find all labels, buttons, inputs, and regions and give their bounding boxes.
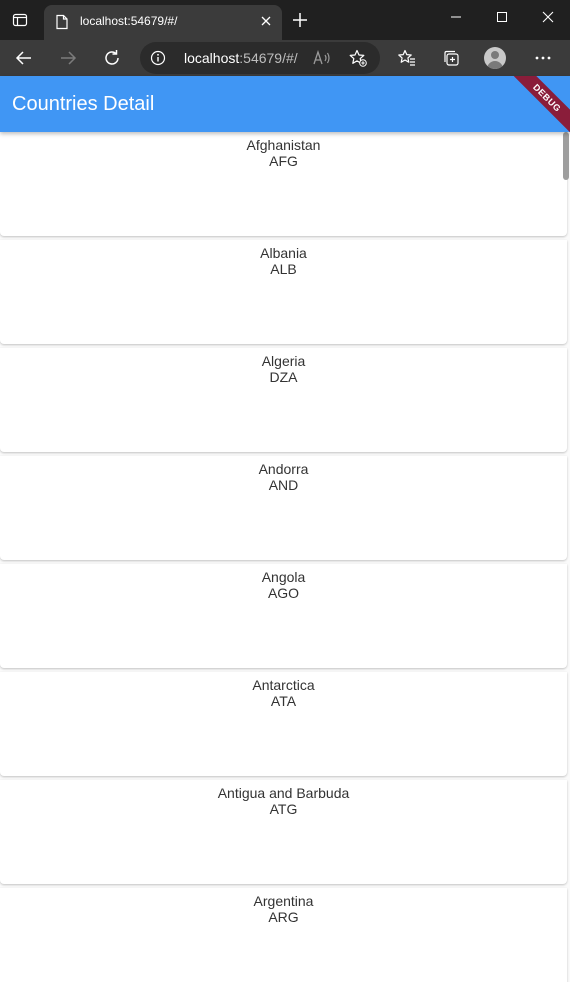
tab-actions-icon[interactable] — [8, 8, 32, 32]
browser-tab-strip: localhost:54679/#/ — [0, 0, 570, 40]
browser-toolbar: localhost:54679/#/ — [0, 40, 570, 76]
scrollbar[interactable] — [562, 132, 570, 982]
country-code: ATA — [270, 693, 297, 709]
country-card[interactable]: Afghanistan AFG — [0, 132, 567, 236]
country-code: AFG — [269, 153, 298, 169]
debug-banner: DEBUG — [499, 76, 570, 132]
country-card[interactable]: Andorra AND — [0, 456, 567, 560]
country-name: Algeria — [261, 353, 306, 369]
country-name: Antigua and Barbuda — [217, 785, 350, 801]
arrow-right-icon[interactable] — [54, 44, 82, 72]
favorites-icon[interactable] — [393, 44, 421, 72]
reload-icon[interactable] — [98, 44, 126, 72]
star-add-icon[interactable] — [348, 48, 368, 68]
country-code: AND — [268, 477, 299, 493]
country-code: ALB — [270, 261, 297, 277]
read-aloud-icon[interactable] — [312, 48, 332, 68]
close-icon[interactable] — [258, 13, 274, 29]
window-close-icon[interactable] — [530, 4, 566, 30]
country-name: Angola — [261, 569, 306, 585]
app-bar: Countries Detail DEBUG — [0, 76, 570, 132]
scrollbar-thumb[interactable] — [563, 132, 569, 180]
page-title: Countries Detail — [12, 93, 155, 115]
more-icon[interactable] — [529, 44, 557, 72]
address-bar[interactable]: localhost:54679/#/ — [140, 42, 380, 74]
country-name: Argentina — [253, 893, 314, 909]
country-card[interactable]: Angola AGO — [0, 564, 567, 668]
avatar[interactable] — [481, 44, 509, 72]
browser-tab[interactable]: localhost:54679/#/ — [44, 5, 282, 40]
country-card[interactable]: Argentina ARG — [0, 888, 567, 982]
country-code: AGO — [267, 585, 300, 601]
country-name: Afghanistan — [246, 137, 321, 153]
country-card[interactable]: Antigua and Barbuda ATG — [0, 780, 567, 884]
plus-icon[interactable] — [288, 8, 312, 32]
country-card[interactable]: Algeria DZA — [0, 348, 567, 452]
country-card[interactable]: Albania ALB — [0, 240, 567, 344]
country-card[interactable]: Antarctica ATA — [0, 672, 567, 776]
country-code: DZA — [269, 369, 298, 385]
country-code: ATG — [269, 801, 298, 817]
url-host: localhost — [184, 50, 240, 66]
collections-icon[interactable] — [437, 44, 465, 72]
minimize-icon[interactable] — [438, 4, 474, 30]
tab-title: localhost:54679/#/ — [80, 14, 178, 28]
country-name: Albania — [260, 245, 307, 261]
address-url: localhost:54679/#/ — [184, 50, 298, 66]
url-path: :54679/#/ — [239, 50, 298, 66]
arrow-left-icon[interactable] — [10, 44, 38, 72]
country-code: ARG — [268, 909, 299, 925]
page-icon — [54, 14, 70, 30]
countries-list[interactable]: Afghanistan AFG Albania ALB Algeria DZA Andorr… — [0, 132, 570, 982]
country-name: Andorra — [258, 461, 309, 477]
info-icon[interactable] — [150, 50, 166, 66]
country-name: Antarctica — [252, 677, 315, 693]
maximize-icon[interactable] — [484, 4, 520, 30]
profile-avatar-icon — [484, 47, 506, 69]
